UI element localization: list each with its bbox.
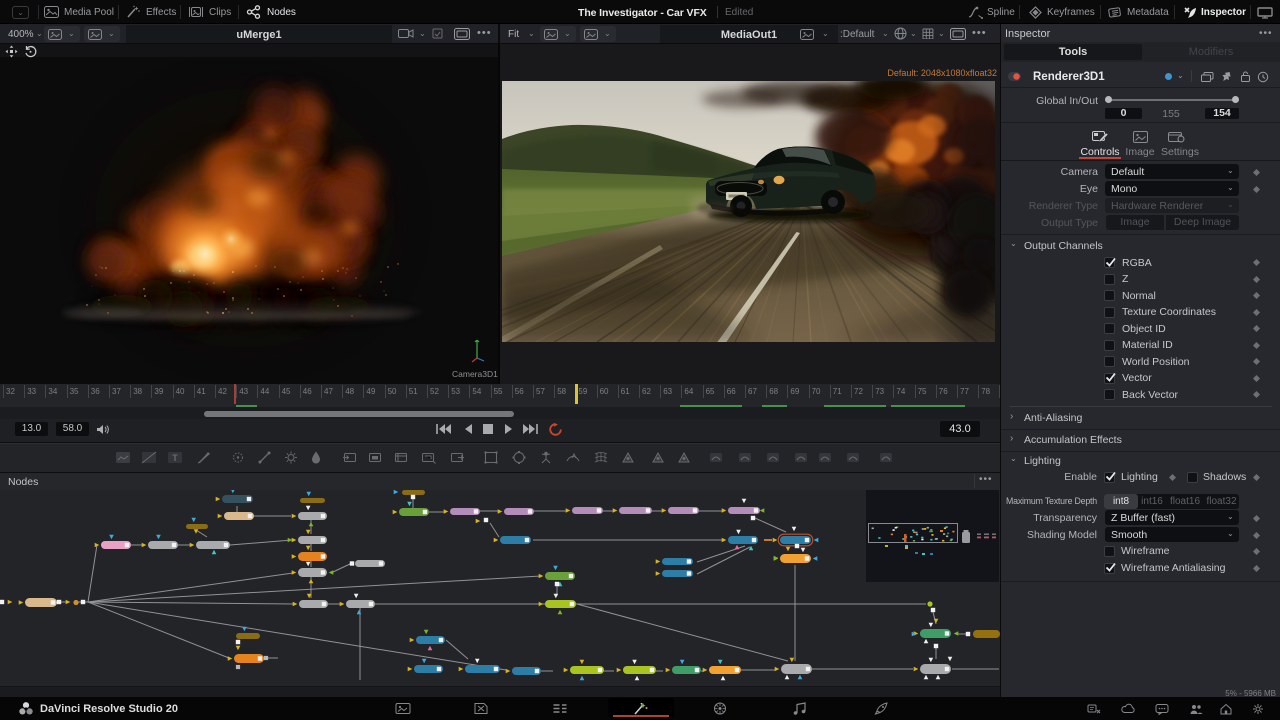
- svg-text:T: T: [172, 453, 178, 463]
